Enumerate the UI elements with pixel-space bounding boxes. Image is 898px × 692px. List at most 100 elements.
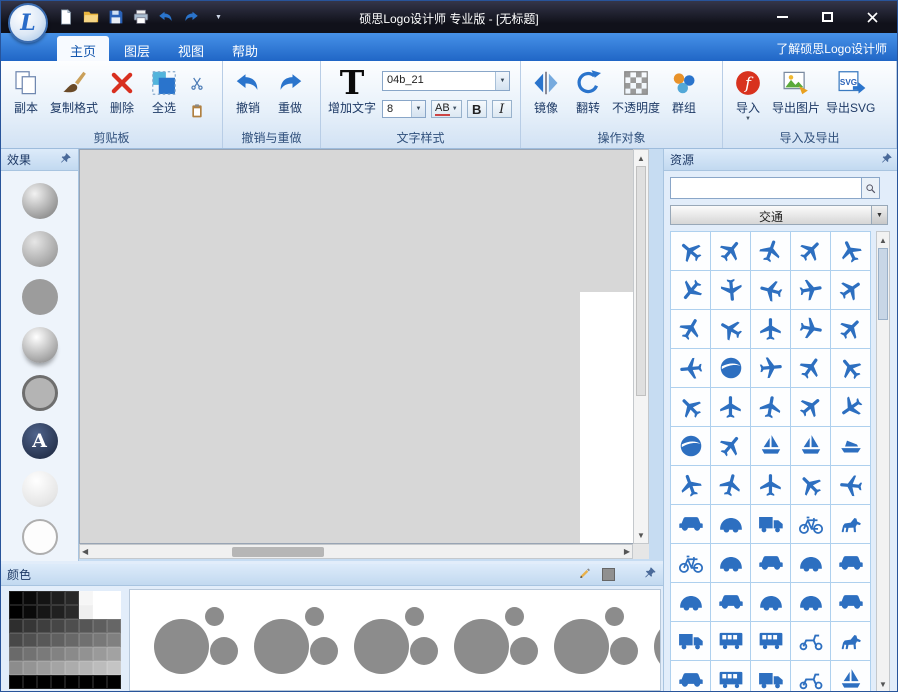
color-swatch[interactable] <box>79 633 93 647</box>
resource-jet-icon[interactable] <box>671 388 711 427</box>
color-swatch[interactable] <box>107 591 121 605</box>
resource-scooter-icon[interactable] <box>791 661 831 692</box>
search-input[interactable] <box>670 177 862 199</box>
resource-globe-icon[interactable] <box>671 427 711 466</box>
color-swatch[interactable] <box>23 647 37 661</box>
select-all-button[interactable]: 全选 <box>143 64 185 120</box>
resource-sail-icon[interactable] <box>791 427 831 466</box>
color-swatch[interactable] <box>51 647 65 661</box>
scroll-up-icon[interactable]: ▲ <box>634 152 648 164</box>
resource-jet-icon[interactable] <box>831 232 871 271</box>
color-swatch[interactable] <box>65 591 79 605</box>
resource-car2-icon[interactable] <box>791 583 831 622</box>
resource-jet-icon[interactable] <box>791 310 831 349</box>
color-swatch[interactable] <box>37 633 51 647</box>
resource-bus-icon[interactable] <box>751 622 791 661</box>
pin-icon[interactable] <box>643 566 657 583</box>
app-logo[interactable]: L <box>8 3 48 43</box>
text-case-button[interactable]: AB ▼ <box>431 100 462 118</box>
group-button[interactable]: 群组 <box>663 64 705 120</box>
color-swatch[interactable] <box>79 647 93 661</box>
new-document-icon[interactable] <box>57 8 75 26</box>
chevron-down-icon[interactable]: ▼ <box>871 206 887 224</box>
effect-letter[interactable]: A <box>22 423 58 459</box>
resources-vertical-scrollbar[interactable]: ▲ ▼ <box>876 231 890 692</box>
resource-jet-icon[interactable] <box>791 466 831 505</box>
resource-jet-icon[interactable] <box>671 466 711 505</box>
pin-icon[interactable] <box>59 152 72 168</box>
color-swatch[interactable] <box>51 605 65 619</box>
color-swatch[interactable] <box>9 661 23 675</box>
search-button[interactable] <box>862 177 880 199</box>
color-swatch[interactable] <box>9 605 23 619</box>
color-swatch[interactable] <box>23 605 37 619</box>
resource-jet-icon[interactable] <box>751 349 791 388</box>
effect-ring[interactable] <box>22 375 58 411</box>
import-button[interactable]: 导入 ▼ <box>727 64 769 126</box>
resource-jet-icon[interactable] <box>671 232 711 271</box>
opacity-button[interactable]: 不透明度 <box>609 64 663 120</box>
customize-toolbar-icon[interactable]: ▼ <box>215 14 222 21</box>
resource-bike-icon[interactable] <box>791 505 831 544</box>
color-swatch[interactable] <box>37 661 51 675</box>
resource-car2-icon[interactable] <box>751 583 791 622</box>
color-swatch[interactable] <box>51 675 65 689</box>
color-swatch[interactable] <box>93 661 107 675</box>
font-family-combo[interactable]: 04b_21 ▼ <box>382 71 510 91</box>
color-swatch[interactable] <box>93 619 107 633</box>
resource-car-icon[interactable] <box>831 544 871 583</box>
delete-button[interactable]: 删除 <box>101 64 143 120</box>
effect-gradient-mid[interactable] <box>22 231 58 267</box>
resource-car-icon[interactable] <box>751 544 791 583</box>
color-swatch[interactable] <box>93 591 107 605</box>
resource-car2-icon[interactable] <box>711 544 751 583</box>
resource-jet-icon[interactable] <box>711 466 751 505</box>
bubble-style-preview[interactable] <box>454 606 538 674</box>
resource-horse-icon[interactable] <box>831 505 871 544</box>
resource-jet-icon[interactable] <box>671 310 711 349</box>
cut-button[interactable] <box>187 73 207 93</box>
color-swatch[interactable] <box>93 647 107 661</box>
color-swatch[interactable] <box>37 619 51 633</box>
tab-home[interactable]: 主页 <box>57 36 109 61</box>
resource-sail-icon[interactable] <box>831 661 871 692</box>
resource-car2-icon[interactable] <box>711 505 751 544</box>
effect-sphere[interactable] <box>22 327 58 363</box>
resource-jet-icon[interactable] <box>751 232 791 271</box>
color-swatch[interactable] <box>23 633 37 647</box>
scroll-down-icon[interactable]: ▼ <box>877 678 889 690</box>
horizontal-scroll-thumb[interactable] <box>232 547 324 557</box>
resource-car-icon[interactable] <box>831 583 871 622</box>
resource-jet-icon[interactable] <box>791 388 831 427</box>
paste-button[interactable] <box>187 101 207 121</box>
color-swatch[interactable] <box>93 633 107 647</box>
export-svg-button[interactable]: 导出SVG <box>823 64 878 120</box>
bubble-style-preview[interactable] <box>354 606 438 674</box>
flip-button[interactable]: 翻转 <box>567 64 609 120</box>
scroll-left-icon[interactable]: ◀ <box>82 546 88 558</box>
close-button[interactable] <box>857 6 887 28</box>
resource-jet-icon[interactable] <box>791 232 831 271</box>
chevron-down-icon[interactable]: ▼ <box>411 101 425 117</box>
current-color-swatch[interactable] <box>602 568 615 581</box>
color-swatch[interactable] <box>9 591 23 605</box>
resource-truck-icon[interactable] <box>751 661 791 692</box>
duplicate-button[interactable]: 副本 <box>5 64 47 120</box>
category-dropdown[interactable]: 交通 ▼ <box>670 205 888 225</box>
resource-car2-icon[interactable] <box>671 583 711 622</box>
color-swatch[interactable] <box>79 661 93 675</box>
effect-gradient-light[interactable] <box>22 183 58 219</box>
color-swatch[interactable] <box>107 647 121 661</box>
color-swatch[interactable] <box>37 591 51 605</box>
color-swatch[interactable] <box>51 619 65 633</box>
color-swatch[interactable] <box>65 605 79 619</box>
resource-jet-icon[interactable] <box>671 349 711 388</box>
color-swatch[interactable] <box>9 619 23 633</box>
color-swatch[interactable] <box>79 619 93 633</box>
color-swatch[interactable] <box>51 661 65 675</box>
resource-truck-icon[interactable] <box>671 622 711 661</box>
resource-jet-icon[interactable] <box>671 271 711 310</box>
color-swatch[interactable] <box>65 647 79 661</box>
color-swatch[interactable] <box>79 675 93 689</box>
bold-button[interactable]: B <box>467 100 487 118</box>
